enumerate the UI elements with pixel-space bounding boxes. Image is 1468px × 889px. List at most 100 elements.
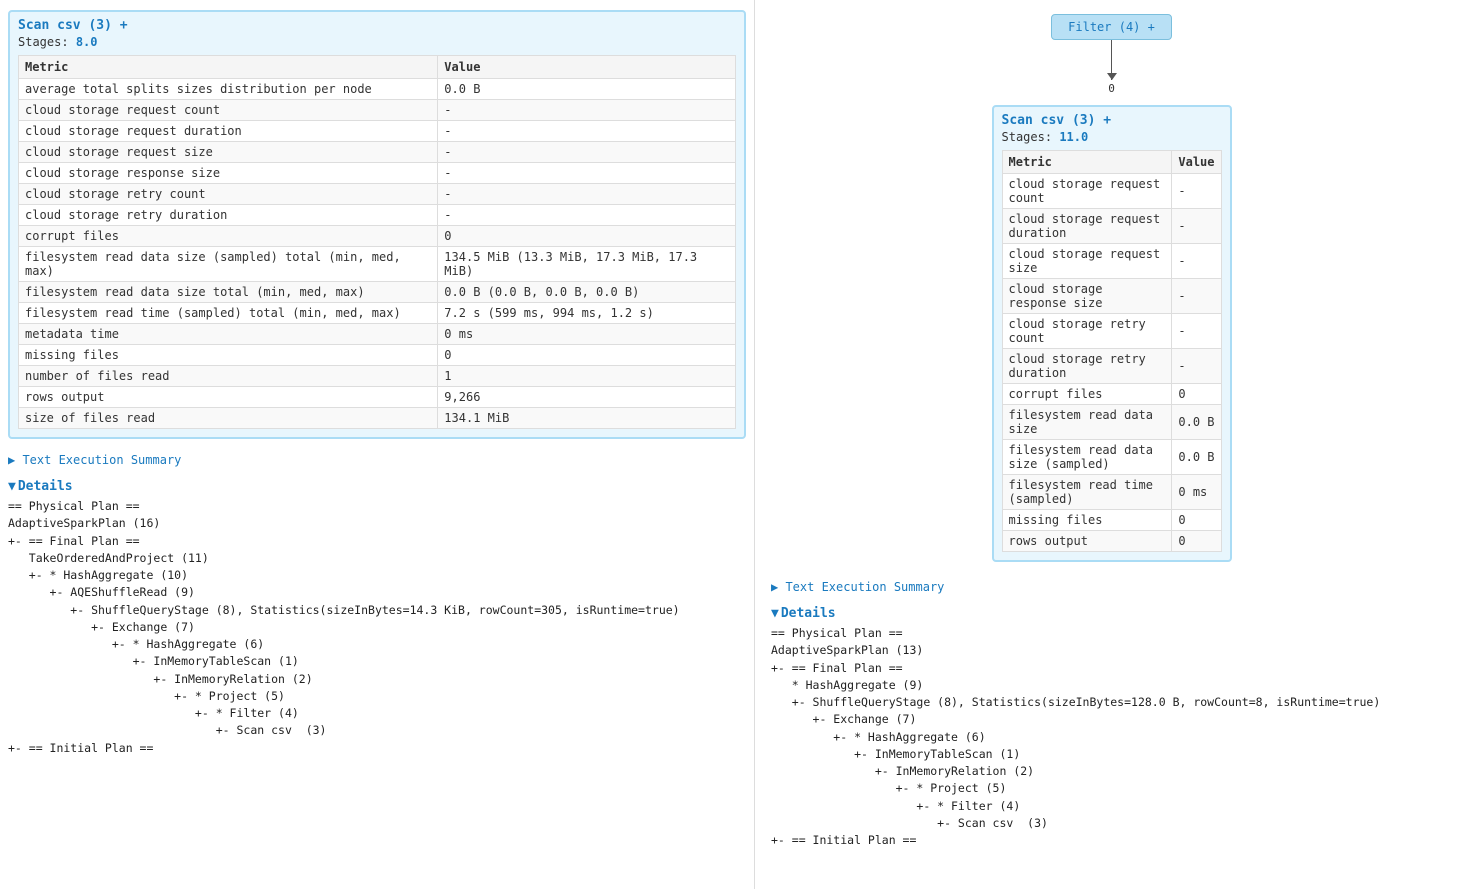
left-metric-value: 0 ms — [438, 324, 736, 345]
right-metric-value: - — [1172, 244, 1221, 279]
right-metric-name: missing files — [1002, 510, 1172, 531]
left-metric-name: cloud storage request count — [19, 100, 438, 121]
right-metric-name: cloud storage response size — [1002, 279, 1172, 314]
right-metric-name: filesystem read data size — [1002, 405, 1172, 440]
left-metric-name: cloud storage retry duration — [19, 205, 438, 226]
left-metric-value: - — [438, 121, 736, 142]
right-scan-card-title-text: Scan csv (3) — [1002, 113, 1096, 128]
right-table-row: cloud storage retry duration- — [1002, 349, 1221, 384]
right-metric-value: 0.0 B — [1172, 405, 1221, 440]
right-table-row: cloud storage retry count- — [1002, 314, 1221, 349]
right-metric-value: 0 — [1172, 384, 1221, 405]
left-metric-value: 134.1 MiB — [438, 408, 736, 429]
right-table-row: cloud storage response size- — [1002, 279, 1221, 314]
right-metric-name: filesystem read time (sampled) — [1002, 475, 1172, 510]
left-value-col-header: Value — [438, 56, 736, 79]
left-table-row: cloud storage response size- — [19, 163, 736, 184]
left-scan-card: Scan csv (3) + Stages: 8.0 Metric Value … — [8, 10, 746, 439]
left-metric-value: 0.0 B — [438, 79, 736, 100]
diagram-area: Filter (4) + 0 — [763, 10, 1460, 95]
left-metric-name: size of files read — [19, 408, 438, 429]
left-metric-name: corrupt files — [19, 226, 438, 247]
left-table-row: average total splits sizes distribution … — [19, 79, 736, 100]
right-details-header[interactable]: Details — [771, 606, 1460, 621]
left-table-row: metadata time0 ms — [19, 324, 736, 345]
right-metric-name: rows output — [1002, 531, 1172, 552]
left-scan-card-plus[interactable]: + — [120, 18, 128, 33]
left-table-row: filesystem read time (sampled) total (mi… — [19, 303, 736, 324]
right-metric-value: 0 — [1172, 510, 1221, 531]
right-scan-card: Scan csv (3) + Stages: 11.0 Metric Value — [992, 105, 1232, 562]
left-metric-col-header: Metric — [19, 56, 438, 79]
left-table-row: cloud storage retry count- — [19, 184, 736, 205]
right-metric-col-header: Metric — [1002, 151, 1172, 174]
right-metric-name: corrupt files — [1002, 384, 1172, 405]
right-table-row: cloud storage request size- — [1002, 244, 1221, 279]
right-table-row: cloud storage request duration- — [1002, 209, 1221, 244]
right-table-row: rows output0 — [1002, 531, 1221, 552]
left-metric-name: filesystem read data size total (min, me… — [19, 282, 438, 303]
right-table-row: corrupt files0 — [1002, 384, 1221, 405]
left-scan-card-title: Scan csv (3) + — [18, 18, 736, 33]
left-details-header[interactable]: Details — [8, 479, 746, 494]
left-table-row: size of files read134.1 MiB — [19, 408, 736, 429]
left-metric-name: cloud storage retry count — [19, 184, 438, 205]
left-metric-value: 0 — [438, 345, 736, 366]
right-metric-value: 0.0 B — [1172, 440, 1221, 475]
left-table-row: cloud storage retry duration- — [19, 205, 736, 226]
left-table-row: rows output9,266 — [19, 387, 736, 408]
left-metric-value: 134.5 MiB (13.3 MiB, 17.3 MiB, 17.3 MiB) — [438, 247, 736, 282]
right-metric-value: - — [1172, 349, 1221, 384]
left-table-row: number of files read1 — [19, 366, 736, 387]
right-metric-name: filesystem read data size (sampled) — [1002, 440, 1172, 475]
left-text-exec-summary[interactable]: Text Execution Summary — [8, 449, 746, 471]
right-metric-name: cloud storage request count — [1002, 174, 1172, 209]
left-table-row: cloud storage request count- — [19, 100, 736, 121]
right-metric-value: 0 — [1172, 531, 1221, 552]
left-code-block: == Physical Plan == AdaptiveSparkPlan (1… — [8, 498, 746, 757]
right-value-col-header: Value — [1172, 151, 1221, 174]
right-metric-value: 0 ms — [1172, 475, 1221, 510]
left-metric-value: - — [438, 100, 736, 121]
right-metric-name: cloud storage retry duration — [1002, 349, 1172, 384]
right-metrics-table: Metric Value cloud storage request count… — [1002, 150, 1222, 552]
left-metric-name: average total splits sizes distribution … — [19, 79, 438, 100]
left-panel: Scan csv (3) + Stages: 8.0 Metric Value … — [0, 0, 755, 889]
left-metric-name: cloud storage request size — [19, 142, 438, 163]
right-metric-value: - — [1172, 314, 1221, 349]
right-metric-name: cloud storage request duration — [1002, 209, 1172, 244]
right-metric-value: - — [1172, 209, 1221, 244]
right-scan-card-plus[interactable]: + — [1103, 113, 1111, 128]
right-table-row: missing files0 — [1002, 510, 1221, 531]
left-metrics-table: Metric Value average total splits sizes … — [18, 55, 736, 429]
right-table-row: filesystem read data size0.0 B — [1002, 405, 1221, 440]
left-table-row: missing files0 — [19, 345, 736, 366]
left-metric-value: - — [438, 163, 736, 184]
filter-node-plus[interactable]: + — [1148, 20, 1155, 34]
left-scan-stages: Stages: 8.0 — [18, 35, 736, 49]
left-metric-value: 9,266 — [438, 387, 736, 408]
left-metric-name: filesystem read data size (sampled) tota… — [19, 247, 438, 282]
arrow-connector: 0 — [1108, 40, 1115, 95]
left-metric-name: metadata time — [19, 324, 438, 345]
left-scan-card-title-text: Scan csv (3) — [18, 18, 112, 33]
right-text-exec-summary[interactable]: Text Execution Summary — [771, 576, 1460, 598]
right-table-row: filesystem read data size (sampled)0.0 B — [1002, 440, 1221, 475]
left-metric-value: 0.0 B (0.0 B, 0.0 B, 0.0 B) — [438, 282, 736, 303]
left-table-row: filesystem read data size (sampled) tota… — [19, 247, 736, 282]
left-table-row: cloud storage request duration- — [19, 121, 736, 142]
left-metric-name: missing files — [19, 345, 438, 366]
arrow-label: 0 — [1108, 82, 1115, 95]
right-metric-value: - — [1172, 174, 1221, 209]
right-table-row: cloud storage request count- — [1002, 174, 1221, 209]
right-metric-name: cloud storage retry count — [1002, 314, 1172, 349]
arrow-line — [1111, 40, 1112, 80]
left-metric-value: - — [438, 142, 736, 163]
left-metric-value: 7.2 s (599 ms, 994 ms, 1.2 s) — [438, 303, 736, 324]
right-table-row: filesystem read time (sampled)0 ms — [1002, 475, 1221, 510]
right-code-block: == Physical Plan == AdaptiveSparkPlan (1… — [771, 625, 1460, 849]
left-table-row: cloud storage request size- — [19, 142, 736, 163]
filter-node[interactable]: Filter (4) + — [1051, 14, 1172, 40]
right-panel: Filter (4) + 0 Scan csv (3) + Stages: 11… — [755, 0, 1468, 889]
left-metric-name: cloud storage request duration — [19, 121, 438, 142]
